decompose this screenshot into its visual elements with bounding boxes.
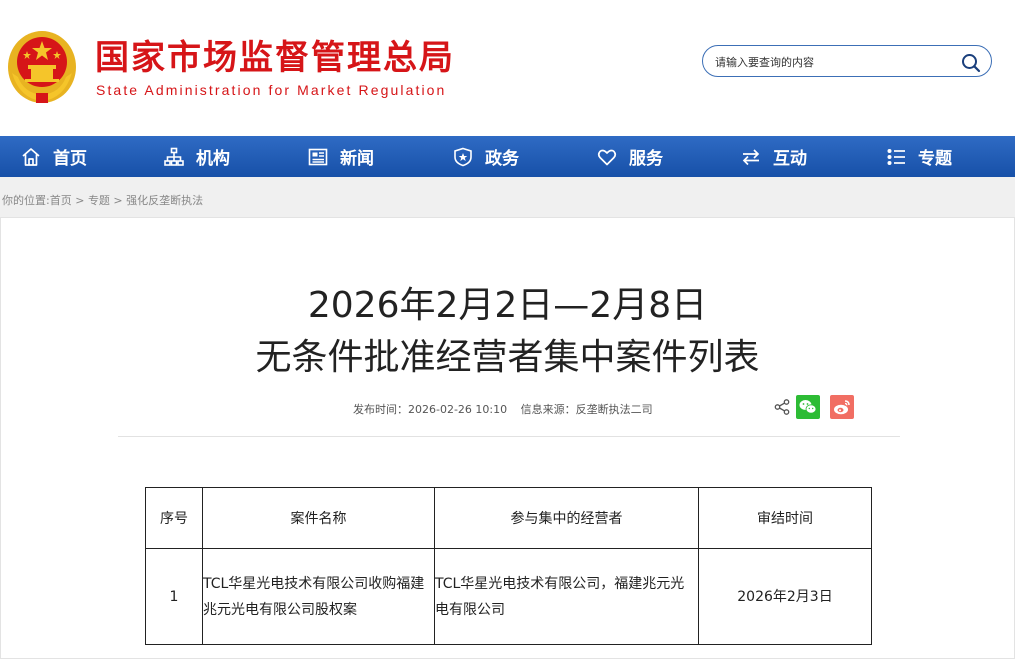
nav-label: 互动 [773,149,807,169]
breadcrumb-antitrust[interactable]: 强化反垄断执法 [126,194,203,207]
wechat-icon [799,400,817,414]
news-icon [308,148,328,165]
article-title-line1: 2026年2月2日—2月8日 [307,285,708,326]
weibo-icon [834,400,850,415]
cell-number: 1 [145,548,203,645]
publish-time: 发布时间：2026-02-26 10:10 [353,403,507,416]
cell-review-date: 2026年2月3日 [698,548,872,645]
share-icon[interactable] [774,399,790,415]
article-card: 2026年2月2日—2月8日 无条件批准经营者集中案件列表 发布时间：2026-… [0,217,1015,659]
breadcrumb-topics[interactable]: 专题 [88,194,110,207]
home-icon [22,147,40,166]
title-divider [118,436,900,437]
nav-item-government[interactable]: 政务 [453,136,519,177]
government-shield-icon [454,147,472,166]
org-chart-icon [164,147,184,166]
header-cell-case-name: 案件名称 [202,487,435,549]
publish-label: 发布时间： [353,403,408,416]
nav-item-news[interactable]: 新闻 [308,136,374,177]
table-header-row: 序号 案件名称 参与集中的经营者 审结时间 [145,487,872,549]
wechat-share-button[interactable] [796,395,820,419]
nav-label: 专题 [918,149,952,169]
table-row: 1 TCL华星光电技术有限公司收购福建兆元光电有限公司股权案 TCL华星光电技术… [145,548,872,645]
site-subtitle: State Administration for Market Regulati… [96,82,447,98]
site-header: 国家市场监督管理总局 State Administration for Mark… [0,0,1015,136]
header-cell-number: 序号 [145,487,203,549]
nav-label: 机构 [196,149,230,169]
topic-list-icon [887,148,905,165]
publish-value: 2026-02-26 10:10 [408,403,508,416]
nav-item-services[interactable]: 服务 [597,136,663,177]
nav-label: 新闻 [340,149,374,169]
source-label: 信息来源： [520,403,576,416]
breadcrumb: 你的位置:首页 > 专题 > 强化反垄断执法 [2,192,203,208]
nav-item-organization[interactable]: 机构 [164,136,230,177]
nav-item-home[interactable]: 首页 [21,136,87,177]
info-source: 信息来源：反垄断执法二司 [521,403,653,416]
header-cell-parties: 参与集中的经营者 [434,487,699,549]
heart-icon [597,149,617,165]
cases-table: 序号 案件名称 参与集中的经营者 审结时间 1 TCL华星光电技术有限公司收购福… [145,487,872,645]
header-cell-review-date: 审结时间 [698,487,872,549]
search-icon[interactable] [961,53,981,73]
cell-case-name: TCL华星光电技术有限公司收购福建兆元光电有限公司股权案 [202,548,435,645]
source-value: 反垄断执法二司 [575,403,653,416]
share-bar [772,395,854,419]
breadcrumb-prefix: 你的位置: [2,194,50,207]
nav-label: 服务 [629,149,663,169]
search-input[interactable] [713,52,957,72]
breadcrumb-home[interactable]: 首页 [50,194,72,207]
article-title-line2: 无条件批准经营者集中案件列表 [255,337,760,378]
exchange-arrows-icon [742,148,760,165]
national-emblem-icon [8,31,76,103]
search-box [702,45,992,77]
main-nav: 首页 机构 新闻 政务 服务 互动 专题 [0,136,1015,177]
article-title: 2026年2月2日—2月8日 无条件批准经营者集中案件列表 [1,280,1014,384]
article-meta: 发布时间：2026-02-26 10:10 信息来源：反垄断执法二司 [353,401,663,417]
weibo-share-button[interactable] [830,395,854,419]
cell-parties: TCL华星光电技术有限公司，福建兆元光电有限公司 [434,548,699,645]
nav-label: 首页 [53,149,87,169]
breadcrumb-separator: > [109,194,127,207]
breadcrumb-separator: > [71,194,88,207]
site-title[interactable]: 国家市场监督管理总局 [95,38,455,78]
nav-item-interaction[interactable]: 互动 [741,136,807,177]
nav-item-topics[interactable]: 专题 [886,136,952,177]
nav-label: 政务 [485,149,519,169]
